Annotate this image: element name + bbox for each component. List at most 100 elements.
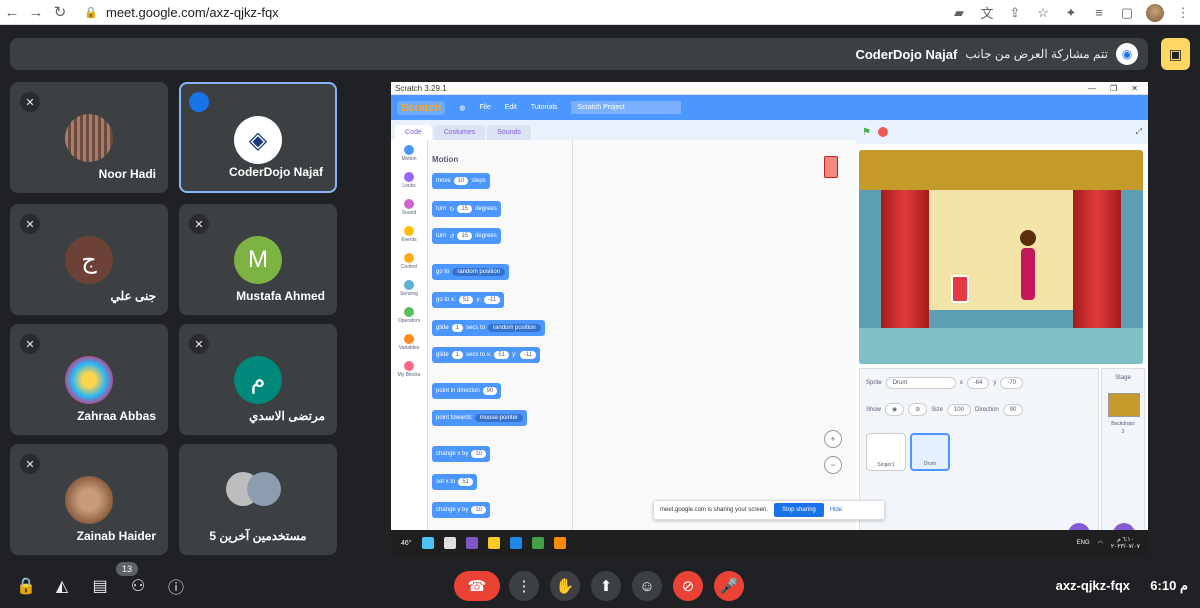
- zoom-out-icon[interactable]: −: [824, 456, 842, 474]
- scratch-logo[interactable]: Scratch: [397, 100, 446, 115]
- sprite-name-input[interactable]: Drum: [885, 377, 956, 389]
- participant-tile[interactable]: ✕ Noor Hadi: [10, 82, 168, 193]
- reading-list-icon[interactable]: ≡: [1090, 4, 1108, 22]
- show-visible-toggle[interactable]: ◉: [885, 403, 905, 416]
- teams-icon[interactable]: [465, 537, 478, 549]
- stop-icon[interactable]: [878, 127, 888, 137]
- info-icon[interactable]: ⓘ: [164, 574, 188, 598]
- side-panel-icon[interactable]: ▢: [1118, 4, 1136, 22]
- present-button[interactable]: ⬆: [591, 571, 621, 601]
- activities-icon[interactable]: ◭: [50, 574, 74, 598]
- emoji-button[interactable]: ☺: [632, 571, 662, 601]
- category-events[interactable]: Events: [391, 221, 427, 248]
- category-motion[interactable]: Motion: [391, 140, 427, 167]
- category-operators[interactable]: Operators: [391, 302, 427, 329]
- glide-random-block[interactable]: glide 1 secs to random position: [432, 320, 545, 336]
- size-input[interactable]: 100: [946, 403, 971, 416]
- share-icon[interactable]: ⇪: [1006, 4, 1024, 22]
- category-sensing[interactable]: Sensing: [391, 275, 427, 302]
- drum-sprite[interactable]: [951, 275, 969, 303]
- point-direction-block[interactable]: point in direction 90: [432, 383, 502, 399]
- reload-icon[interactable]: ↻: [48, 0, 72, 25]
- category-control[interactable]: Control: [391, 248, 427, 275]
- participant-tile[interactable]: ✕ Zainab Haider: [10, 444, 168, 555]
- language-indicator[interactable]: ENG: [1077, 540, 1090, 546]
- extensions-icon[interactable]: ✦: [1062, 4, 1080, 22]
- fullscreen-icon[interactable]: ⤢: [1136, 127, 1142, 137]
- tab-costumes[interactable]: Costumes: [433, 125, 486, 140]
- singer-sprite[interactable]: [1019, 230, 1037, 300]
- address-bar[interactable]: 🔒 meet.google.com/axz-qjkz-fqx: [84, 2, 964, 22]
- lock-icon[interactable]: 🔒: [84, 5, 98, 19]
- tab-code[interactable]: Code: [395, 125, 432, 140]
- people-icon[interactable]: ⚇: [126, 574, 150, 598]
- goto-block[interactable]: go to random position: [432, 264, 510, 280]
- participant-tile[interactable]: 5 مستخدمين آخرين: [179, 444, 337, 555]
- edge-icon[interactable]: [509, 537, 522, 549]
- leave-call-button[interactable]: ☎: [454, 571, 500, 601]
- direction-input[interactable]: 90: [1002, 403, 1024, 416]
- turn-right-block[interactable]: turn ↻ 15 degrees: [432, 201, 501, 217]
- participant-tile[interactable]: ✕ M Mustafa Ahmed: [179, 204, 337, 315]
- start-icon[interactable]: [421, 537, 434, 549]
- mic-off-button[interactable]: 🎤: [714, 571, 744, 601]
- edit-menu[interactable]: Edit: [505, 104, 517, 111]
- participant-tile[interactable]: ◈ CoderDojo Najaf: [179, 82, 337, 193]
- green-flag-icon[interactable]: ⚑: [862, 127, 871, 138]
- category-sound[interactable]: Sound: [391, 194, 427, 221]
- more-options-button[interactable]: ⋮: [509, 571, 539, 601]
- stop-sharing-button[interactable]: Stop sharing: [774, 503, 824, 517]
- zoom-in-icon[interactable]: +: [824, 430, 842, 448]
- menu-icon[interactable]: ⋮: [1174, 4, 1192, 22]
- code-area[interactable]: + −: [573, 140, 856, 556]
- close-icon[interactable]: ✕: [1131, 84, 1138, 93]
- sprite-thumb[interactable]: Drum: [910, 433, 950, 471]
- search-icon[interactable]: [443, 537, 456, 549]
- change-x-block[interactable]: change x by 10: [432, 446, 491, 462]
- file-menu[interactable]: File: [479, 104, 490, 111]
- chat-icon[interactable]: ▤: [88, 574, 112, 598]
- tutorials-menu[interactable]: Tutorials: [531, 104, 558, 111]
- host-controls-icon[interactable]: 🔒: [14, 574, 38, 598]
- wifi-icon[interactable]: ◠: [1098, 540, 1103, 547]
- explorer-icon[interactable]: [487, 537, 500, 549]
- translate-icon[interactable]: 文: [978, 4, 996, 22]
- chrome-icon[interactable]: [531, 537, 544, 549]
- scratch-app-icon[interactable]: [553, 537, 566, 549]
- y-input[interactable]: -70: [1000, 377, 1024, 389]
- turn-left-block[interactable]: turn ↺ 15 degrees: [432, 228, 501, 244]
- move-block[interactable]: move 10 steps: [432, 173, 490, 189]
- goto-xy-block[interactable]: go to x: 51 y: -11: [432, 292, 505, 308]
- raise-hand-button[interactable]: ✋: [550, 571, 580, 601]
- camera-icon[interactable]: ▰: [950, 4, 968, 22]
- tab-sounds[interactable]: Sounds: [487, 125, 531, 140]
- hide-link[interactable]: Hide: [830, 507, 842, 513]
- change-y-block[interactable]: change y by 10: [432, 502, 491, 518]
- stop-presenting-icon[interactable]: ▣: [1161, 38, 1190, 70]
- category-variables[interactable]: Variables: [391, 329, 427, 356]
- point-towards-block[interactable]: point towards mouse-pointer: [432, 410, 528, 426]
- set-x-block[interactable]: set x to 51: [432, 474, 478, 490]
- glide-xy-block[interactable]: glide 1 secs to x: 51 y: -11: [432, 347, 540, 363]
- globe-icon[interactable]: ◍: [459, 104, 465, 112]
- back-icon[interactable]: ←: [0, 0, 24, 25]
- sprite-thumb[interactable]: Singer1: [866, 433, 906, 471]
- minimize-icon[interactable]: —: [1088, 84, 1096, 93]
- profile-avatar[interactable]: [1146, 3, 1164, 22]
- forward-icon[interactable]: →: [24, 0, 48, 25]
- maximize-icon[interactable]: ❐: [1110, 84, 1117, 93]
- participant-tile[interactable]: ✕ م مرتضى الاسدي: [179, 324, 337, 435]
- stage-pane[interactable]: Stage Backdrops 3 +: [1101, 368, 1145, 554]
- participant-tile[interactable]: ✕ Zahraa Abbas: [10, 324, 168, 435]
- category-looks[interactable]: Looks: [391, 167, 427, 194]
- taskbar-clock[interactable]: ٦:١٠ م ٢٠٢٣/٠٧/٠٧: [1111, 536, 1140, 550]
- x-input[interactable]: -64: [966, 377, 990, 389]
- mic-off-icon: ✕: [20, 214, 40, 234]
- show-hidden-toggle[interactable]: ⊘: [908, 403, 928, 416]
- stage-canvas[interactable]: [859, 150, 1143, 364]
- camera-off-button[interactable]: ⊘: [673, 571, 703, 601]
- star-icon[interactable]: ☆: [1034, 4, 1052, 22]
- category-my-blocks[interactable]: My Blocks: [391, 356, 427, 383]
- participant-tile[interactable]: ✕ ج جنى علي: [10, 204, 168, 315]
- project-title-input[interactable]: Scratch Project: [571, 101, 682, 114]
